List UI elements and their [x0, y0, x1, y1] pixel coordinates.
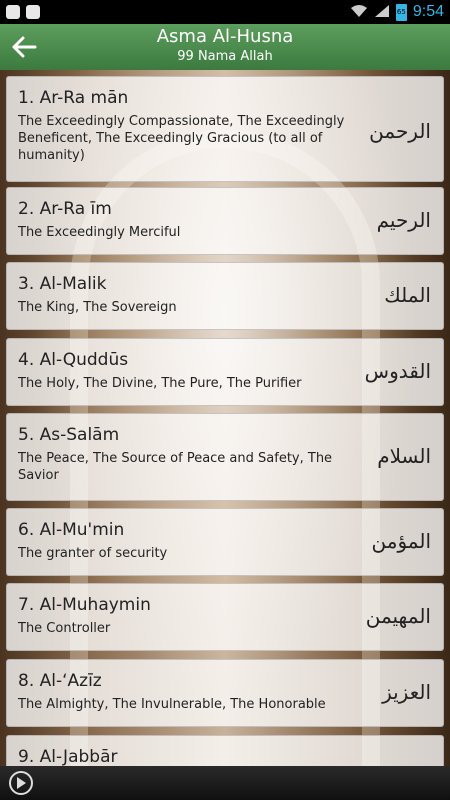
names-list[interactable]: 1. Ar-Ra mān The Exceedingly Compassiona… — [0, 70, 450, 766]
audio-player-bar — [0, 766, 450, 800]
play-button[interactable] — [9, 771, 33, 795]
item-arabic: الرحمن — [369, 119, 431, 143]
list-item[interactable]: 8. Al-‘Azīz The Almighty, The Invulnerab… — [6, 659, 444, 727]
item-name: 8. Al-‘Azīz — [18, 671, 102, 691]
list-item[interactable]: 1. Ar-Ra mān The Exceedingly Compassiona… — [6, 76, 444, 182]
item-meaning: The Exceedingly Merciful — [18, 225, 181, 240]
item-arabic: الرحيم — [376, 208, 431, 232]
list-item[interactable]: 5. As-Salām The Peace, The Source of Pea… — [6, 413, 444, 501]
list-item[interactable]: 4. Al-Quddūs The Holy, The Divine, The P… — [6, 338, 444, 406]
app-bar: Asma Al-Husna 99 Nama Allah — [0, 24, 450, 71]
list-item[interactable]: 7. Al-Muhaymin The Controller المهيمن — [6, 583, 444, 651]
item-arabic: الملك — [384, 283, 431, 307]
item-meaning: The Almighty, The Invulnerable, The Hono… — [18, 697, 326, 712]
item-meaning: The King, The Sovereign — [18, 300, 177, 315]
item-name: 5. As-Salām — [18, 425, 120, 445]
item-arabic: المهيمن — [365, 604, 431, 628]
wifi-icon — [350, 4, 368, 21]
notification-icons — [0, 5, 40, 19]
item-name: 9. Al-Jabbār — [18, 747, 118, 766]
shield-icon — [26, 5, 40, 19]
list-item[interactable]: 2. Ar-Ra īm The Exceedingly Merciful الر… — [6, 187, 444, 255]
page-subtitle: 99 Nama Allah — [177, 49, 273, 64]
play-icon — [17, 777, 26, 789]
page-title: Asma Al-Husna — [156, 26, 294, 47]
item-meaning: The Exceedingly Compassionate, The Excee… — [18, 114, 345, 163]
item-arabic: العزيز — [382, 680, 431, 704]
item-meaning: The Holy, The Divine, The Pure, The Puri… — [18, 376, 302, 391]
item-meaning: The Peace, The Source of Peace and Safet… — [18, 451, 333, 483]
item-arabic: السلام — [377, 444, 431, 468]
list-item[interactable]: 6. Al-Mu'min The granter of security الم… — [6, 508, 444, 576]
item-name: 2. Ar-Ra īm — [18, 199, 112, 219]
notification-icon — [6, 5, 20, 19]
item-meaning: The Controller — [18, 621, 111, 636]
list-item[interactable]: 9. Al-Jabbār — [6, 735, 444, 766]
battery-icon: 65 — [395, 3, 407, 21]
signal-icon — [374, 4, 390, 21]
item-name: 1. Ar-Ra mān — [18, 88, 129, 108]
list-item[interactable]: 3. Al-Malik The King, The Sovereign المل… — [6, 262, 444, 330]
status-time: 9:54 — [412, 3, 444, 20]
item-arabic: القدوس — [364, 359, 431, 383]
item-meaning: The granter of security — [18, 546, 168, 561]
status-bar: 65 9:54 — [0, 0, 450, 24]
item-name: 3. Al-Malik — [18, 274, 107, 294]
item-arabic: المؤمن — [371, 529, 431, 553]
